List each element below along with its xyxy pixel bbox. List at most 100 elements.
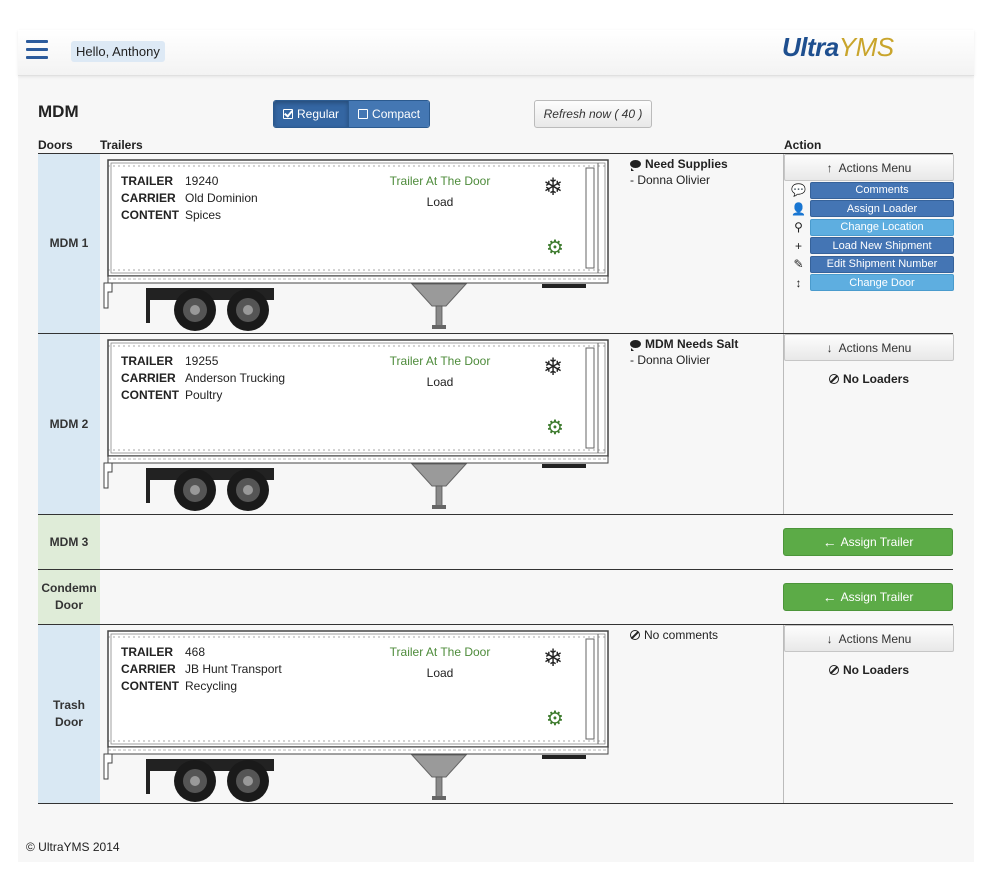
hamburger-menu-icon[interactable] — [26, 40, 48, 60]
content-value: Recycling — [185, 679, 238, 693]
refresh-now-button[interactable]: Refresh now ( 40 ) — [534, 100, 652, 128]
content-value: Spices — [185, 208, 222, 222]
ban-icon — [630, 630, 640, 640]
assign-trailer-label: Assign Trailer — [840, 535, 914, 549]
menu-item: ✎ Edit Shipment Number — [787, 255, 954, 273]
assign-trailer-label: Assign Trailer — [840, 590, 914, 604]
comment-title: MDM Needs Salt — [645, 337, 739, 351]
actions-menu-label: Actions Menu — [838, 160, 912, 175]
assign-trailer-button[interactable]: ← Assign Trailer — [783, 583, 953, 611]
unchecked-checkbox-icon — [358, 109, 369, 119]
door-row-condemn-door: Condemn Door ← Assign Trailer — [38, 569, 953, 624]
door-row-mdm-2: MDM 2 TRAILER 19255 CARRIER Anderson Truck… — [38, 333, 954, 516]
change-door-button[interactable]: Change Door — [810, 274, 954, 292]
trailers-column-header: Trailers — [100, 138, 143, 152]
regular-label: Regular — [297, 107, 340, 121]
door-label: Condemn Door — [38, 570, 100, 624]
map-marker-icon: ⚲ — [794, 220, 803, 235]
no-loaders-indicator: No Loaders — [784, 663, 954, 677]
menu-item: 💬 Comments — [787, 181, 954, 199]
comment-author: - Donna Olivier — [630, 353, 711, 367]
trailer-card[interactable]: TRAILER 468 CARRIER JB Hunt Transport CONT… — [102, 629, 614, 807]
actions-menu-button[interactable]: ↑ Actions Menu — [784, 154, 954, 181]
arrow-left-icon: ← — [822, 534, 837, 550]
ban-icon — [828, 374, 839, 384]
vertical-resize-icon: ↕ — [795, 275, 802, 290]
doors-column-header: Doors — [38, 138, 73, 152]
checked-checkbox-icon — [283, 109, 293, 119]
compact-view-button[interactable]: Compact — [348, 101, 430, 127]
comments-button[interactable]: Comments — [810, 181, 954, 199]
regular-view-button[interactable]: Regular — [274, 101, 349, 127]
trailer-label: TRAILER — [121, 174, 173, 188]
trailer-number: 468 — [185, 645, 206, 659]
door-label-line1: Condemn — [41, 581, 97, 595]
door-label-line2: Door — [55, 598, 83, 612]
trailer-label: TRAILER — [121, 645, 173, 659]
trailer-card[interactable]: TRAILER 19240 CARRIER Old Dominion CONTENT… — [102, 158, 614, 336]
comment-block: No comments — [630, 628, 780, 642]
trailer-label: TRAILER — [121, 354, 173, 368]
content-label: CONTENT — [121, 679, 179, 693]
comment-icon — [630, 340, 641, 351]
actions-menu-list: 💬 Comments 👤 Assign Loader ⚲ Change Locatio… — [787, 181, 954, 293]
actions-menu-button[interactable]: ↓ Actions Menu — [784, 625, 954, 652]
snowflake-icon: ❄ — [543, 645, 564, 672]
assign-loader-button[interactable]: Assign Loader — [810, 200, 954, 218]
carrier-label: CARRIER — [121, 662, 176, 676]
action-cell: ↓ Actions Menu No Loaders — [783, 334, 954, 514]
actions-menu-label: Actions Menu — [838, 340, 912, 355]
footer-copyright: © UltraYMS 2014 — [26, 840, 120, 854]
door-label-line2: Door — [54, 715, 83, 729]
comment-title: Need Supplies — [645, 157, 728, 171]
arrow-down-icon: ↓ — [826, 340, 833, 355]
carrier-label: CARRIER — [121, 371, 176, 385]
gears-icon: ⚙ — [546, 708, 564, 730]
action-cell: ← Assign Trailer — [783, 515, 953, 569]
arrow-down-icon: ↓ — [826, 631, 833, 646]
ban-icon — [828, 665, 839, 675]
door-label: MDM 3 — [38, 515, 100, 569]
trailer-number: 19255 — [185, 354, 219, 368]
trailer-status: Trailer At The Door — [389, 645, 491, 659]
door-row-mdm-1: MDM 1 TRAILER 19240 CARRIER Old Dominion C… — [38, 153, 954, 336]
action-cell: ← Assign Trailer — [783, 570, 953, 624]
load-new-shipment-button[interactable]: Load New Shipment — [810, 237, 954, 255]
door-label: MDM 2 — [38, 334, 100, 514]
menu-item: ↕ Change Door — [787, 274, 954, 292]
comment-author: - Donna Olivier — [630, 173, 711, 187]
no-comments-label: No comments — [644, 628, 719, 642]
trailer-card[interactable]: TRAILER 19255 CARRIER Anderson Trucking CO… — [102, 338, 614, 516]
content-label: CONTENT — [121, 388, 179, 402]
carrier-name: Anderson Trucking — [185, 371, 286, 385]
comment-icon: 💬 — [791, 183, 806, 197]
comment-block: Need Supplies - Donna Olivier — [630, 157, 780, 187]
view-mode-toggle: Regular Compact — [273, 100, 431, 128]
assign-trailer-button[interactable]: ← Assign Trailer — [783, 528, 953, 556]
content-value: Poultry — [185, 388, 223, 402]
menu-item: 👤 Assign Loader — [787, 200, 954, 218]
user-greeting[interactable]: Hello, Anthony — [71, 41, 165, 62]
door-label: MDM 1 — [38, 154, 100, 333]
compact-label: Compact — [372, 107, 421, 121]
ultrayms-logo: UltraYMS — [782, 32, 894, 63]
page-title: MDM — [38, 102, 79, 121]
gears-icon: ⚙ — [546, 417, 564, 439]
change-location-button[interactable]: Change Location — [810, 218, 954, 236]
door-row-mdm-3: MDM 3 ← Assign Trailer — [38, 514, 953, 569]
top-navbar: Hello, Anthony UltraYMS — [18, 30, 974, 76]
plus-icon: + — [794, 238, 802, 253]
trailer-load-type: Load — [426, 375, 454, 389]
no-loaders-indicator: No Loaders — [784, 372, 954, 386]
actions-menu-button[interactable]: ↓ Actions Menu — [784, 334, 954, 361]
comment-icon — [630, 160, 641, 171]
edit-shipment-number-button[interactable]: Edit Shipment Number — [810, 255, 954, 273]
door-label-line1: Trash — [52, 698, 85, 712]
menu-item: + Load New Shipment — [787, 237, 954, 255]
snowflake-icon: ❄ — [543, 174, 564, 201]
logo-ultra: Ultra — [782, 32, 839, 62]
carrier-name: JB Hunt Transport — [185, 662, 282, 676]
gears-icon: ⚙ — [546, 237, 564, 259]
logo-yms: YMS — [838, 32, 894, 62]
pencil-icon: ✎ — [793, 257, 804, 272]
